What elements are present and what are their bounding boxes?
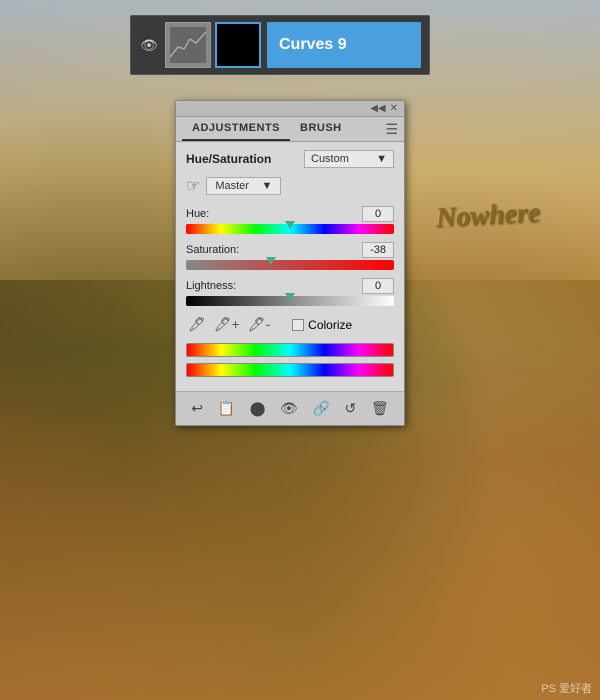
panel-tabs: ADJUSTMENTS BRUSH ☰ [176, 117, 404, 142]
saturation-value[interactable]: -38 [362, 242, 394, 258]
colorize-checkbox-row[interactable]: Colorize [292, 318, 352, 332]
preset-dropdown-arrow: ▼ [376, 153, 387, 165]
nowhere-sign: Nowhere [435, 197, 541, 234]
layer-visibility-icon[interactable]: 👁 [139, 37, 159, 53]
bottom-toolbar: ↩ 📋 ⬤ 👁 🔗 ↺ 🗑 [176, 391, 404, 425]
colorize-row: 🖊 🖊+ 🖊- Colorize [186, 314, 394, 335]
lightness-thumb[interactable] [285, 293, 295, 301]
hue-thumb[interactable] [285, 221, 295, 229]
toolbar-link-btn[interactable]: 🔗 [308, 398, 333, 419]
saturation-label-row: Saturation: -38 [186, 242, 394, 258]
eyedropper-sub-btn[interactable]: 🖊- [246, 314, 272, 335]
tab-adjustments[interactable]: ADJUSTMENTS [182, 117, 290, 141]
layer-name-label[interactable]: Curves 9 [267, 22, 421, 68]
tab-brush[interactable]: BRUSH [290, 117, 352, 141]
panel-body: Hue/Saturation Custom ▼ ☞ Master ▼ Hue: … [176, 142, 404, 391]
panel-menu-icon[interactable]: ☰ [385, 121, 398, 138]
colorize-checkbox[interactable] [292, 319, 304, 331]
saturation-label: Saturation: [186, 244, 239, 256]
channel-dropdown-arrow: ▼ [261, 180, 272, 192]
hue-label-row: Hue: 0 [186, 206, 394, 222]
hue-track[interactable] [186, 224, 394, 234]
layer-thumb-mask [215, 22, 261, 68]
lightness-label: Lightness: [186, 280, 236, 292]
preset-dropdown[interactable]: Custom ▼ [304, 150, 394, 168]
saturation-track-gradient [186, 260, 394, 270]
panel-close-icon[interactable]: ✕ [390, 103, 398, 114]
toolbar-back-btn[interactable]: ↩ [187, 398, 207, 419]
saturation-slider-row: Saturation: -38 [186, 242, 394, 270]
channel-label: Master [215, 180, 249, 192]
preset-label: Custom [311, 153, 349, 165]
lightness-label-row: Lightness: 0 [186, 278, 394, 294]
eyedropper-btn[interactable]: 🖊 [186, 314, 208, 335]
adjustments-panel: ◀◀ ✕ ADJUSTMENTS BRUSH ☰ Hue/Saturation … [175, 100, 405, 426]
hue-sat-header: Hue/Saturation Custom ▼ [186, 150, 394, 168]
lightness-track[interactable] [186, 296, 394, 306]
eyedropper-tools: 🖊 🖊+ 🖊- [186, 314, 272, 335]
hue-label: Hue: [186, 208, 209, 220]
eyedropper-add-btn[interactable]: 🖊+ [212, 314, 242, 335]
spectrum-output-bar [186, 363, 394, 377]
channel-dropdown[interactable]: Master ▼ [206, 177, 281, 195]
layer-thumb-content [165, 22, 211, 68]
toolbar-layer-btn[interactable]: ⬤ [246, 398, 270, 419]
channel-row: ☞ Master ▼ [186, 176, 394, 196]
layer-thumbnail-wrapper [165, 22, 261, 68]
channel-icon: ☞ [186, 176, 200, 196]
hue-slider-row: Hue: 0 [186, 206, 394, 234]
panel-title: Hue/Saturation [186, 152, 271, 166]
layers-bar: 👁 Curves 9 [130, 15, 430, 75]
saturation-track[interactable] [186, 260, 394, 270]
toolbar-delete-btn[interactable]: 🗑 [367, 398, 393, 419]
hue-value[interactable]: 0 [362, 206, 394, 222]
watermark: PS 爱好者 [541, 680, 592, 696]
toolbar-add-adj-btn[interactable]: 📋 [214, 398, 239, 419]
lightness-slider-row: Lightness: 0 [186, 278, 394, 306]
saturation-thumb[interactable] [266, 257, 276, 265]
spectrum-bar [186, 343, 394, 357]
panel-arrow-icon[interactable]: ◀◀ [370, 103, 385, 114]
colorize-label: Colorize [308, 318, 352, 332]
panel-titlebar: ◀◀ ✕ [176, 101, 404, 117]
toolbar-reset-btn[interactable]: ↺ [341, 398, 361, 419]
toolbar-visibility-btn[interactable]: 👁 [276, 398, 302, 419]
lightness-value[interactable]: 0 [362, 278, 394, 294]
